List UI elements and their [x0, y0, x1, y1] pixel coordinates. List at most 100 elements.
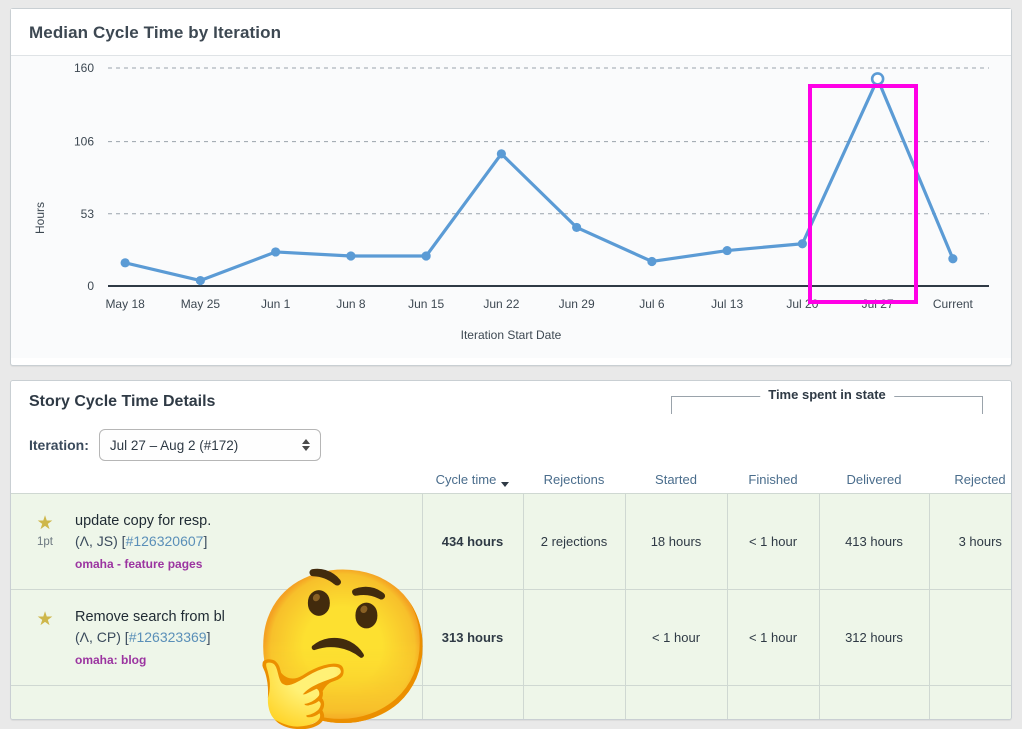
iteration-select[interactable]: Jul 27 – Aug 2 (#172) — [98, 429, 321, 461]
chart-data-point[interactable] — [195, 275, 205, 286]
chart-data-point[interactable] — [797, 239, 807, 249]
chart-data-point[interactable] — [647, 256, 657, 267]
cell-started: < 1 hour — [625, 589, 728, 686]
cycle-time-line-chart: 0 53 106 160 May 18 May 25 Jun 1 Jun 8 Jun 15 Jun… — [74, 61, 989, 311]
story-icon-col: ★ — [25, 608, 65, 667]
x-axis-tick: Jun 15 — [408, 297, 444, 311]
chart-data-point[interactable] — [496, 149, 506, 159]
story-table: ★ 1pt update copy for resp. (Λ, JS) [#12632… — [11, 493, 1011, 719]
x-axis-tick: Jul 27 — [862, 297, 894, 311]
chart-data-point[interactable] — [421, 251, 431, 261]
x-axis-tick: May 18 — [105, 297, 145, 311]
story-label[interactable]: omaha: blog — [75, 653, 225, 667]
table-row[interactable]: ★ Remove search from bl (Λ, CP) [#12632336… — [11, 589, 1011, 686]
column-header-finished[interactable]: Finished — [727, 463, 819, 493]
sort-descending-icon[interactable] — [501, 482, 510, 487]
chart-data-point[interactable] — [572, 222, 582, 233]
column-header-label: Finished — [748, 472, 798, 487]
column-header-label: Rejections — [543, 472, 605, 487]
chart-data-point[interactable] — [346, 251, 356, 261]
column-header-rejections[interactable]: Rejections — [523, 463, 625, 493]
chart-data-point[interactable] — [948, 254, 958, 264]
story-icon-col: ★ 1pt — [25, 512, 65, 571]
story-owners: (Λ, JS) [ — [75, 533, 126, 550]
page-root: Median Cycle Time by Iteration 0 53 106 160… — [0, 0, 1022, 729]
story-table-body: ★ 1pt update copy for resp. (Λ, JS) [#12632… — [11, 493, 1011, 719]
y-axis-tick: 0 — [87, 279, 94, 293]
cell-finished: < 1 hour — [727, 589, 820, 686]
cell-delivered — [819, 685, 930, 719]
cell-cycle-time: 434 hours — [422, 493, 524, 590]
chart-data-point[interactable] — [120, 258, 130, 268]
table-row[interactable]: ★ 1pt update copy for resp. (Λ, JS) [#12632… — [11, 493, 1011, 590]
table-row[interactable]: ✿get rid of CLEAR_COMMENT_HIGHLIGHT — [11, 685, 1011, 719]
chevron-up-icon — [301, 439, 310, 444]
star-icon[interactable]: ★ — [25, 514, 65, 533]
y-axis-label: Hours — [33, 201, 47, 234]
cell-delivered: 312 hours — [819, 589, 930, 686]
cell-finished: < 1 hour — [727, 493, 820, 590]
story-text: Remove search from bl (Λ, CP) [#126323369… — [75, 608, 225, 667]
star-icon[interactable]: ★ — [25, 610, 65, 629]
column-header-label: Rejected — [954, 472, 1006, 487]
iteration-select-value: Jul 27 – Aug 2 (#172) — [109, 437, 239, 453]
table-column-headers: Cycle time Rejections Started Finished Deliv… — [11, 463, 1011, 493]
story-meta-suffix: ] — [206, 629, 211, 646]
x-axis-tick: Jun 29 — [559, 297, 595, 311]
cell-rejections — [523, 685, 626, 719]
x-axis-tick: Current — [933, 297, 974, 311]
y-axis-tick: 106 — [74, 135, 94, 149]
story-title[interactable]: update copy for resp. — [75, 512, 211, 532]
page-title: Median Cycle Time by Iteration — [29, 23, 282, 42]
group-header-label: Time spent in state — [760, 387, 894, 402]
cell-rejections — [523, 589, 626, 686]
cell-rejected: 3 hours — [929, 493, 1011, 590]
column-header-started[interactable]: Started — [625, 463, 727, 493]
x-axis-tick: Jun 1 — [261, 297, 291, 311]
story-title[interactable]: Remove search from bl — [75, 608, 225, 628]
column-header-label: Started — [655, 472, 697, 487]
column-header-delivered[interactable]: Delivered — [819, 463, 929, 493]
column-header-label: Cycle time — [435, 472, 497, 487]
stepper-icon[interactable] — [301, 439, 310, 451]
story-points: 1pt — [37, 535, 53, 548]
cell-finished — [727, 685, 820, 719]
y-axis-tick: 160 — [74, 61, 94, 75]
story-meta-suffix: ] — [203, 533, 208, 550]
x-axis-label: Iteration Start Date — [460, 328, 562, 342]
chart-body: 0 53 106 160 May 18 May 25 Jun 1 Jun 8 Jun 15 Jun… — [11, 56, 1011, 358]
story-text: update copy for resp. (Λ, JS) [#126320607… — [75, 512, 211, 571]
story-owners: (Λ, CP) [ — [75, 629, 129, 646]
cell-rejected — [929, 589, 1011, 686]
story-meta: (Λ, JS) [#126320607] — [75, 532, 211, 552]
story-cycle-time-details-panel: Story Cycle Time Details Iteration: Jul … — [10, 84, 1012, 720]
story-id[interactable]: #126323369 — [129, 629, 207, 645]
chart-data-point[interactable] — [870, 72, 885, 86]
chart-line-series — [123, 77, 955, 283]
cell-started — [625, 685, 728, 719]
y-axis-tick: 53 — [81, 207, 95, 221]
cell-rejected — [929, 685, 1011, 719]
cell-started: 18 hours — [625, 493, 728, 590]
chart-data-point[interactable] — [722, 245, 732, 256]
column-header-story — [11, 463, 422, 493]
iteration-row: Iteration: Jul 27 – Aug 2 (#172) — [29, 429, 993, 461]
x-axis-tick: Jun 22 — [483, 297, 519, 311]
x-axis-tick: Jul 6 — [639, 297, 665, 311]
x-axis-tick: May 25 — [181, 297, 221, 311]
story-id[interactable]: #126320607 — [126, 533, 204, 549]
story-meta: (Λ, CP) [#126323369] — [75, 628, 225, 648]
thinking-face-emoji: 🤔 — [250, 563, 437, 729]
cell-cycle-time: 313 hours — [422, 589, 524, 686]
column-header-cycle_time[interactable]: Cycle time — [422, 463, 523, 493]
details-header: Story Cycle Time Details Iteration: Jul … — [11, 381, 1011, 493]
chart-panel-header: Median Cycle Time by Iteration — [11, 9, 1011, 56]
column-header-label: Delivered — [846, 472, 902, 487]
x-axis-tick: Jun 8 — [336, 297, 366, 311]
column-header-rejected[interactable]: Rejected — [929, 463, 1011, 493]
chevron-down-icon — [301, 446, 310, 451]
iteration-label: Iteration: — [29, 437, 89, 453]
story-label[interactable]: omaha - feature pages — [75, 557, 211, 571]
cell-cycle-time — [422, 685, 524, 719]
chart-data-point[interactable] — [271, 247, 281, 257]
